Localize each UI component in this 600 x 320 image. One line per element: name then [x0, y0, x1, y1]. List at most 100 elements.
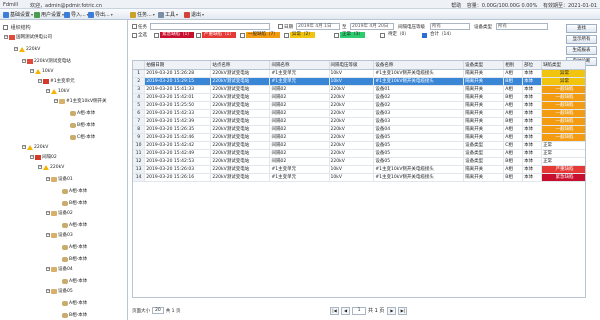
column-header[interactable]: 间隔名称 [269, 61, 330, 70]
tree-node[interactable]: − 220kV [38, 164, 64, 170]
date-filter[interactable]: 日期 [278, 24, 293, 30]
current-page-input[interactable]: 1 [352, 306, 366, 315]
legend-checkbox[interactable] [240, 32, 245, 38]
table-row[interactable]: 1 2019-03-20 15:26:28 220kV测试变电站 #1主变单元 10kV… [133, 69, 585, 78]
tree-node[interactable]: − 220kV [22, 144, 48, 150]
tree-node[interactable]: B相-本体 [62, 200, 87, 206]
legend-checkbox[interactable] [422, 32, 427, 38]
column-header[interactable] [133, 61, 146, 70]
toolbar-button-1[interactable]: 用户设置 ▾ [34, 11, 64, 18]
legend-checkbox[interactable] [334, 32, 339, 38]
legend-item[interactable]: 一般缺陷（7） [240, 32, 280, 38]
task-checkbox[interactable] [132, 24, 137, 29]
devtype-select[interactable]: 所有 [496, 23, 548, 30]
date-from-field[interactable]: 2019年 4月 1日 [296, 23, 340, 30]
tree-node[interactable]: − #1主变10kV侧开关 [54, 98, 107, 104]
collapse-toggle-icon[interactable]: − [46, 89, 50, 93]
column-header[interactable]: 站点名称 [210, 61, 271, 70]
collapse-toggle-icon[interactable]: − [46, 267, 50, 271]
collapse-toggle-icon[interactable]: − [46, 211, 50, 215]
task-field[interactable] [150, 23, 270, 30]
next-page-button[interactable]: ▶ [387, 306, 397, 315]
column-header[interactable]: 拍摄日期 [144, 61, 212, 70]
collapse-toggle-icon[interactable]: − [30, 69, 34, 73]
tree-node[interactable]: B相-本体 [62, 256, 87, 262]
tree-node[interactable]: − 10kV [46, 88, 69, 94]
date-checkbox[interactable] [278, 24, 283, 29]
tree-node[interactable]: − 间隔02 [30, 154, 57, 160]
task-filter[interactable]: 任务 [132, 24, 147, 30]
tree-node[interactable]: − 设备04 [46, 266, 73, 272]
tree-toggle-icon[interactable] [3, 25, 8, 30]
tree-node[interactable]: − #1主变单元 [38, 78, 75, 84]
legend-checkbox[interactable] [154, 32, 159, 38]
collapse-toggle-icon[interactable]: − [30, 155, 34, 159]
table-row[interactable]: 13 2019-03-20 15:26:03 220kV测试变电站 #1主变单元 10k… [133, 165, 585, 174]
tree-node[interactable]: B相-本体 [70, 122, 95, 128]
first-page-button[interactable]: |◀ [330, 306, 339, 315]
side-button-0[interactable]: 查找 [566, 24, 597, 33]
collapse-toggle-icon[interactable]: − [54, 99, 58, 103]
voltage-select[interactable]: 所有 [430, 23, 470, 30]
legend-item[interactable]: 正常（3） [334, 32, 365, 38]
collapse-toggle-icon[interactable]: − [46, 289, 50, 293]
last-page-button[interactable]: ▶| [398, 306, 408, 315]
tree-node[interactable]: A相-本体 [62, 300, 87, 306]
table-row[interactable]: 2 2019-03-20 15:29:15 220kV测试变电站 #1主变单元 10kV… [133, 77, 585, 86]
tree-node[interactable]: A相-本体 [70, 110, 95, 116]
tree-node[interactable]: − 设备05 [46, 288, 73, 294]
legend-item[interactable]: 待定（0） [380, 32, 411, 38]
collapse-toggle-icon[interactable]: − [46, 233, 50, 237]
collapse-toggle-icon[interactable]: − [38, 79, 42, 83]
tree-node[interactable]: − 设备01 [46, 176, 73, 182]
toolbar-button-0[interactable]: 基础设置 ▾ [3, 11, 33, 18]
column-header[interactable]: 缺陷类型 [541, 61, 585, 70]
collapse-toggle-icon[interactable]: − [14, 47, 18, 51]
table-row[interactable]: 11 2019-03-20 15:42:49 220kV测试变电站 间隔02 220kV… [133, 149, 585, 158]
toolbar-button-4[interactable]: 任务... ▾ [130, 11, 155, 18]
column-header[interactable]: 设备名称 [373, 61, 465, 70]
toolbar-button-2[interactable]: 导入...▾ [64, 11, 89, 18]
toolbar-button-6[interactable]: 退出 ▾ [184, 11, 204, 18]
table-row[interactable]: 5 2019-03-20 15:25:50 220kV测试变电站 间隔02 220kV 设… [133, 101, 585, 110]
legend-item[interactable]: 紧急缺陷（1） [154, 32, 194, 38]
tree-node[interactable]: B相-本体 [62, 312, 87, 318]
tree-node[interactable]: A相-本体 [62, 278, 87, 284]
tree-node[interactable]: − 220kV测试变电站 [22, 58, 71, 64]
table-row[interactable]: 9 2019-03-20 15:42:46 220kV测试变电站 间隔02 220kV 设… [133, 133, 585, 142]
tree-node[interactable]: A相-本体 [62, 222, 87, 228]
toolbar-button-5[interactable]: 工具 ▾ [158, 11, 178, 18]
table-row[interactable]: 7 2019-03-20 15:42:39 220kV测试变电站 间隔02 220kV 设… [133, 117, 585, 126]
column-header[interactable]: 间隔电压等级 [329, 61, 375, 70]
table-row[interactable]: 12 2019-03-20 15:42:53 220kV测试变电站 间隔02 220kV… [133, 157, 585, 166]
collapse-toggle-icon[interactable]: − [22, 145, 26, 149]
column-header[interactable]: 设备类型 [463, 61, 505, 70]
table-row[interactable]: 14 2019-03-20 15:26:16 220kV测试变电站 #1主变单元 10k… [133, 173, 585, 182]
tree-node[interactable]: − 设备03 [46, 232, 73, 238]
tree-node[interactable]: − 设备02 [46, 210, 73, 216]
date-to-field[interactable]: 2019年 4月 20日 [350, 23, 394, 30]
prev-page-button[interactable]: ◀ [341, 306, 350, 315]
table-row[interactable]: 6 2019-03-20 15:42:33 220kV测试变电站 间隔02 220kV 设… [133, 109, 585, 118]
select-all[interactable]: 全选 [132, 32, 147, 38]
collapse-toggle-icon[interactable]: − [46, 177, 50, 181]
column-header[interactable]: 相别 [503, 61, 524, 70]
select-all-checkbox[interactable] [132, 32, 137, 38]
tree-node[interactable]: C相-本体 [70, 134, 95, 140]
tree-node[interactable]: − 10kV [30, 68, 53, 74]
legend-checkbox[interactable] [196, 32, 201, 38]
collapse-toggle-icon[interactable]: − [4, 35, 8, 39]
legend-checkbox[interactable] [284, 32, 289, 38]
tree-node[interactable]: A相-本体 [62, 244, 87, 250]
tree-node[interactable]: A相-本体 [62, 188, 87, 194]
table-row[interactable]: 3 2019-03-20 15:41:33 220kV测试变电站 间隔02 220kV 设… [133, 85, 585, 94]
collapse-toggle-icon[interactable]: − [38, 165, 42, 169]
table-row[interactable]: 8 2019-03-20 15:26:35 220kV测试变电站 间隔02 220kV 设… [133, 125, 585, 134]
tree-node[interactable]: − 220kV [14, 46, 40, 52]
legend-item[interactable]: 严重缺陷（1） [196, 32, 236, 38]
table-row[interactable]: 10 2019-03-20 15:42:42 220kV测试变电站 间隔02 220kV… [133, 141, 585, 150]
legend-checkbox[interactable] [380, 32, 385, 38]
column-header[interactable]: 部位 [522, 61, 543, 70]
page-size-select[interactable]: 20 [152, 307, 164, 314]
legend-item[interactable]: 合计（14） [422, 32, 456, 38]
